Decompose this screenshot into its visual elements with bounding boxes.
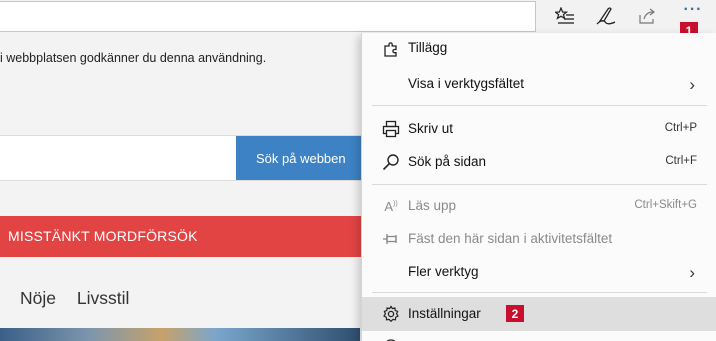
chevron-right-icon: › <box>689 263 695 282</box>
step-badge-2: 2 <box>506 305 524 322</box>
nav-link-livsstil[interactable]: Livsstil <box>77 288 130 308</box>
menu-item-more-tools[interactable]: Fler verktyg › <box>362 255 716 289</box>
search-input[interactable] <box>0 136 236 180</box>
breaking-news-text: MISSTÄNKT MORDFÖRSÖK <box>8 228 198 244</box>
search-web-button[interactable]: Sök på webben <box>236 136 366 180</box>
menu-label-print: Skriv ut <box>408 121 454 136</box>
menu-label-find-on-page: Sök på sidan <box>408 154 487 169</box>
menu-label-settings: Inställningar <box>408 306 481 321</box>
menu-divider <box>372 184 707 185</box>
search-icon <box>382 153 400 171</box>
pin-icon <box>382 230 400 248</box>
menu-item-partial[interactable] <box>362 331 716 341</box>
menu-label-pin-to-taskbar: Fäst den här sidan i aktivitetsfältet <box>408 231 613 246</box>
menu-item-find-on-page[interactable]: Sök på sidan Ctrl+F <box>362 145 716 179</box>
menu-item-extensions[interactable]: Tillägg <box>362 33 716 67</box>
pen-icon[interactable] <box>593 4 619 28</box>
menu-item-settings[interactable]: Inställningar 2 <box>362 297 716 331</box>
favorites-list-icon[interactable] <box>552 4 578 28</box>
menu-item-read-aloud[interactable]: A)) Läs upp Ctrl+Skift+G <box>362 189 716 223</box>
menu-item-show-in-toolbar[interactable]: Visa i verktygsfältet › <box>362 67 716 101</box>
menu-label-more-tools: Fler verktyg <box>408 264 479 279</box>
browser-toolbar: ··· 1 <box>0 0 716 39</box>
settings-and-more-menu: Tillägg Visa i verktygsfältet › Skriv ut… <box>361 33 716 341</box>
menu-divider <box>372 292 707 293</box>
menu-label-read-aloud: Läs upp <box>408 198 457 213</box>
address-bar[interactable] <box>0 1 536 32</box>
partial-icon <box>382 333 400 341</box>
article-image[interactable] <box>0 328 360 341</box>
menu-label-extensions: Tillägg <box>408 40 448 55</box>
shortcut-read-aloud: Ctrl+Skift+G <box>634 199 697 211</box>
printer-icon <box>382 120 400 138</box>
more-icon[interactable]: ··· <box>680 2 706 18</box>
section-nav: Nöje Livsstil <box>20 288 145 309</box>
gear-icon <box>382 305 400 323</box>
chevron-right-icon: › <box>689 75 695 94</box>
menu-label-show-in-toolbar: Visa i verktygsfältet <box>408 76 525 91</box>
menu-divider <box>372 105 707 106</box>
share-icon[interactable] <box>635 4 661 28</box>
nav-link-noje[interactable]: Nöje <box>20 288 56 308</box>
shortcut-find: Ctrl+F <box>665 155 697 167</box>
cookie-notice-text: i webbplatsen godkänner du denna användn… <box>0 51 267 65</box>
puzzle-icon <box>382 41 400 59</box>
more-glyph: ··· <box>683 1 703 18</box>
read-aloud-icon: A)) <box>384 198 398 214</box>
shortcut-print: Ctrl+P <box>664 122 697 134</box>
menu-item-print[interactable]: Skriv ut Ctrl+P <box>362 112 716 146</box>
menu-item-pin-to-taskbar[interactable]: Fäst den här sidan i aktivitetsfältet <box>362 222 716 256</box>
